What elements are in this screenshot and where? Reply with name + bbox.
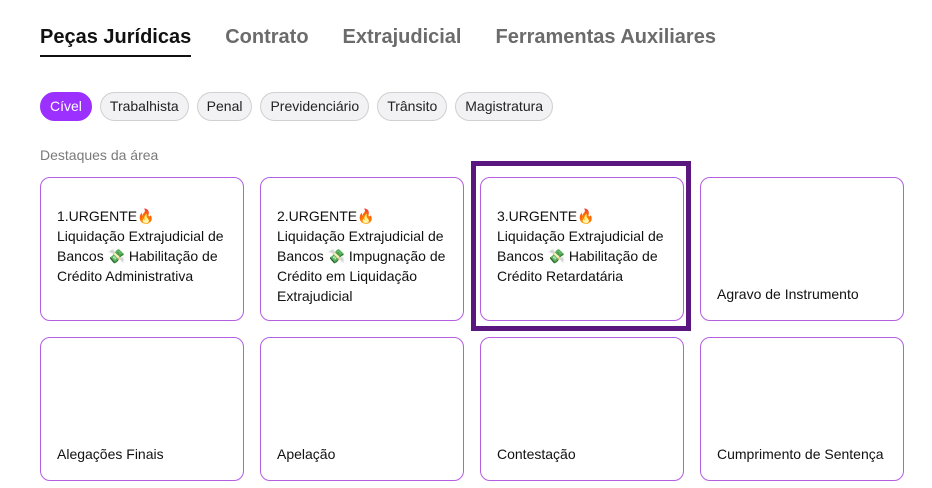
card-title-line: 3.URGENTE🔥 (497, 208, 595, 224)
card-title-line: 1.URGENTE🔥 (57, 208, 155, 224)
tab-pecas-juridicas[interactable]: Peças Jurídicas (40, 26, 192, 57)
chip-trabalhista[interactable]: Trabalhista (99, 92, 189, 121)
card-description: Agravo de Instrumento (717, 286, 859, 302)
card-description: Liquidação Extrajudicial de Bancos 💸 Imp… (277, 228, 446, 304)
card-habilitacao-credito-retardataria[interactable]: 3.URGENTE🔥 Liquidação Extrajudicial de B… (480, 177, 684, 321)
card-description: Apelação (277, 446, 336, 462)
card-alegacoes-finais[interactable]: Alegações Finais (40, 337, 244, 481)
card-description: Contestação (497, 446, 576, 462)
card-apelacao[interactable]: Apelação (260, 337, 464, 481)
card-description: Cumprimento de Sentença (717, 446, 884, 462)
tab-ferramentas-auxiliares[interactable]: Ferramentas Auxiliares (495, 26, 715, 57)
chip-previdenciario[interactable]: Previdenciário (260, 92, 370, 121)
tab-extrajudicial[interactable]: Extrajudicial (343, 26, 462, 57)
card-description: Liquidação Extrajudicial de Bancos 💸 Hab… (57, 228, 224, 284)
card-agravo-de-instrumento[interactable]: Agravo de Instrumento (700, 177, 904, 321)
card-description: Alegações Finais (57, 446, 164, 462)
card-contestacao[interactable]: Contestação (480, 337, 684, 481)
card-cumprimento-de-sentenca[interactable]: Cumprimento de Sentença (700, 337, 904, 481)
card-impugnacao-credito[interactable]: 2.URGENTE🔥 Liquidação Extrajudicial de B… (260, 177, 464, 321)
main-tabs: Peças Jurídicas Contrato Extrajudicial F… (40, 26, 750, 57)
tab-contrato[interactable]: Contrato (225, 26, 308, 57)
card-habilitacao-credito-administrativa[interactable]: 1.URGENTE🔥 Liquidação Extrajudicial de B… (40, 177, 244, 321)
chip-magistratura[interactable]: Magistratura (455, 92, 554, 121)
card-description: Liquidação Extrajudicial de Bancos 💸 Hab… (497, 228, 664, 284)
chip-transito[interactable]: Trânsito (377, 92, 448, 121)
chip-penal[interactable]: Penal (196, 92, 253, 121)
chip-civel[interactable]: Cível (40, 92, 92, 121)
section-label: Destaques da área (40, 147, 159, 163)
card-title-line: 2.URGENTE🔥 (277, 208, 375, 224)
area-filter-chips: Cível Trabalhista Penal Previdenciário T… (40, 92, 554, 121)
